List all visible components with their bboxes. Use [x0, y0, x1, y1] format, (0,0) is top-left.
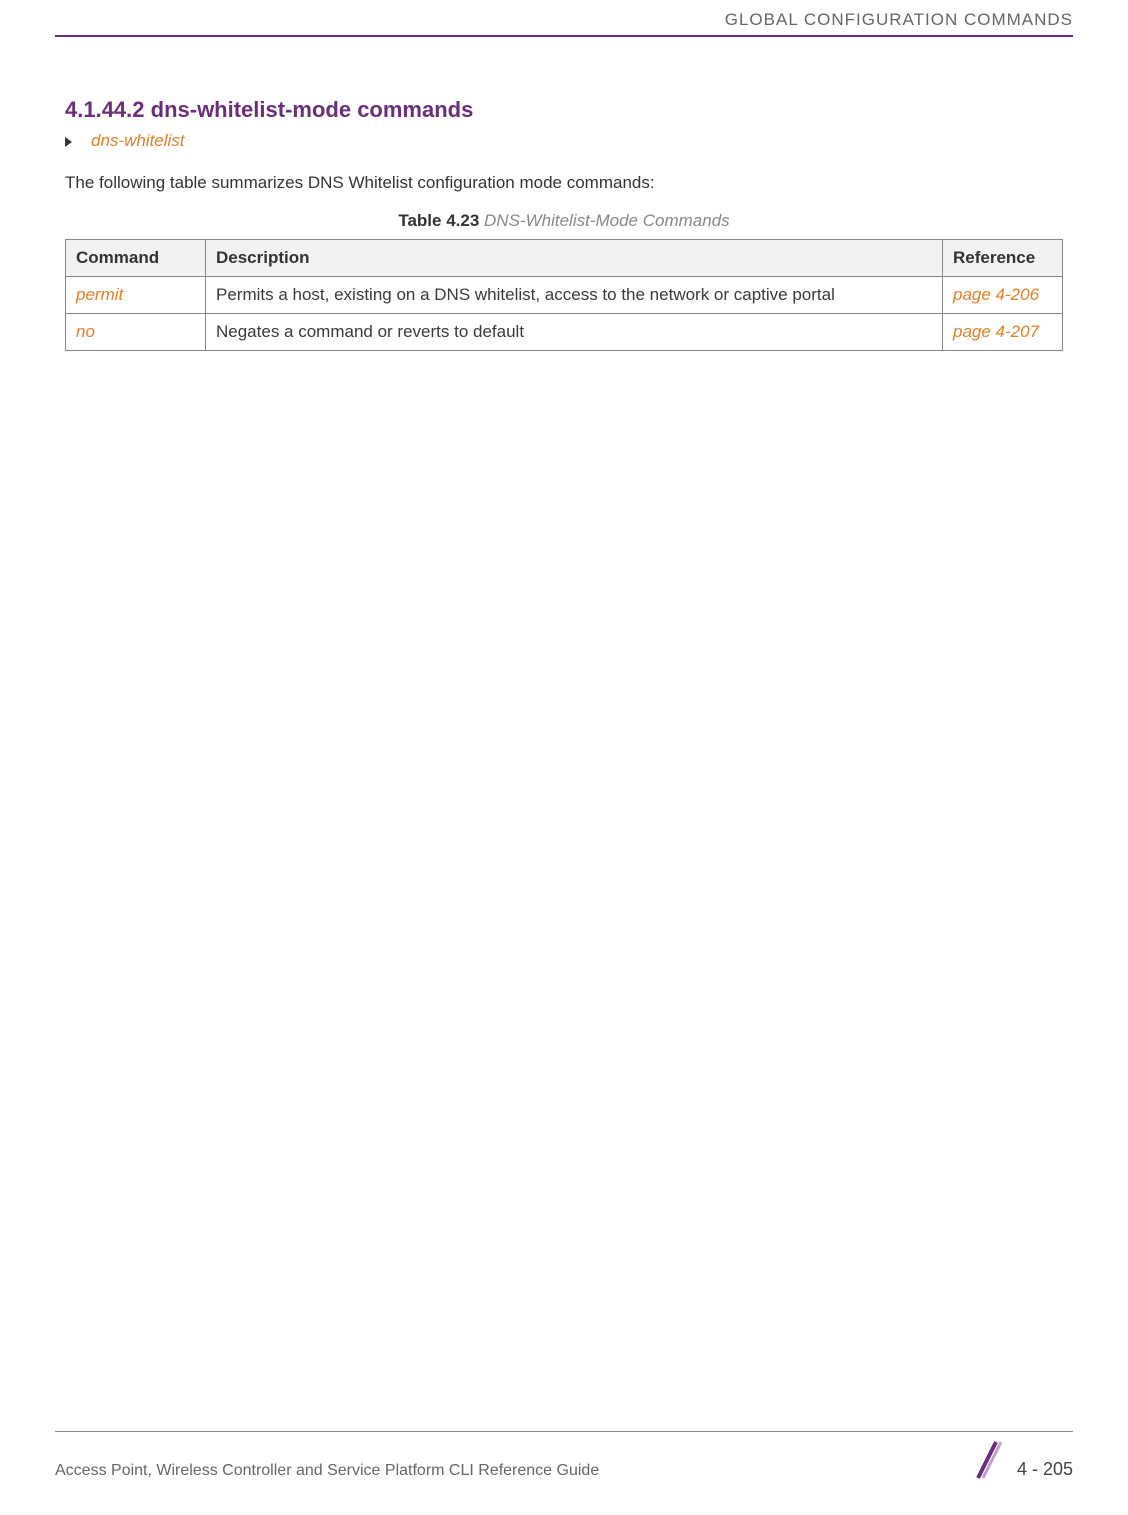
guide-title: Access Point, Wireless Controller and Se… [55, 1462, 599, 1480]
page-number: 4 - 205 [1017, 1459, 1073, 1480]
table-header-reference: Reference [943, 240, 1063, 277]
table-header-description: Description [206, 240, 943, 277]
command-description: Permits a host, existing on a DNS whitel… [206, 277, 943, 314]
page-footer: Access Point, Wireless Controller and Se… [0, 1431, 1128, 1480]
arrow-right-icon [65, 137, 72, 147]
command-link[interactable]: permit [76, 285, 123, 304]
intro-text: The following table summarizes DNS White… [65, 173, 1063, 193]
table-header-row: Command Description Reference [66, 240, 1063, 277]
breadcrumb: dns-whitelist [65, 131, 1063, 151]
footer-divider [55, 1431, 1073, 1432]
breadcrumb-link[interactable]: dns-whitelist [91, 131, 185, 150]
table-caption: Table 4.23 DNS-Whitelist-Mode Commands [65, 211, 1063, 231]
commands-table: Command Description Reference permit Per… [65, 239, 1063, 351]
table-row: permit Permits a host, existing on a DNS… [66, 277, 1063, 314]
table-row: no Negates a command or reverts to defau… [66, 314, 1063, 351]
command-description: Negates a command or reverts to default [206, 314, 943, 351]
slash-icon [972, 1440, 1002, 1480]
table-caption-title: DNS-Whitelist-Mode Commands [484, 211, 730, 230]
reference-link[interactable]: page 4-207 [953, 322, 1039, 341]
table-caption-number: Table 4.23 [398, 211, 479, 230]
chapter-title: GLOBAL CONFIGURATION COMMANDS [725, 10, 1073, 29]
table-header-command: Command [66, 240, 206, 277]
command-link[interactable]: no [76, 322, 95, 341]
reference-link[interactable]: page 4-206 [953, 285, 1039, 304]
section-heading: 4.1.44.2 dns-whitelist-mode commands [65, 97, 1063, 123]
